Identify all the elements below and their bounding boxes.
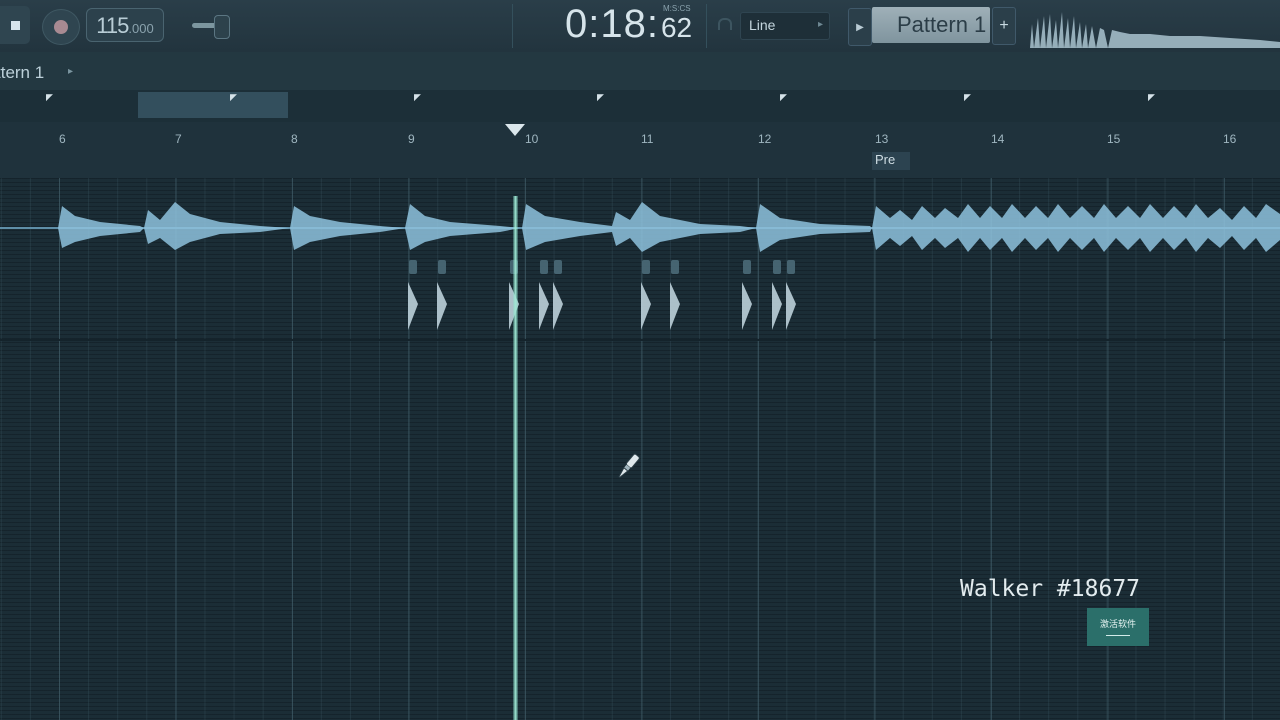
add-pattern-button[interactable]: + [992, 7, 1016, 45]
divider [706, 4, 707, 48]
pattern-clip-lane[interactable] [0, 256, 1280, 342]
audio-clip-waveform[interactable] [0, 192, 1280, 256]
plus-icon: + [999, 17, 1009, 34]
bar-number: 12 [758, 132, 772, 146]
snap-selector[interactable]: Line ▸ [740, 12, 830, 40]
bar-number: 10 [525, 132, 539, 146]
pattern-prev-button[interactable]: ▶ [848, 8, 872, 46]
badge-text: 激活软件 [1099, 619, 1136, 629]
bar-number: 7 [175, 132, 182, 146]
chevron-right-icon[interactable]: ▸ [68, 66, 73, 77]
flag-icon: ◤ [230, 92, 237, 102]
bar-number: 11 [641, 132, 654, 146]
flag-icon: ◤ [964, 92, 971, 102]
record-button[interactable] [42, 9, 80, 45]
pattern-name: Pattern 1 [897, 12, 987, 37]
flag-icon: ◤ [780, 92, 787, 102]
paint-brush-cursor-icon [618, 453, 640, 479]
tempo-decimals: .000 [128, 21, 154, 36]
divider [512, 4, 513, 48]
playhead-line[interactable] [513, 196, 518, 720]
play-arrow-icon: ▶ [856, 21, 864, 33]
record-icon [54, 20, 68, 34]
bar-number: 15 [1107, 132, 1121, 146]
pattern-label[interactable]: ttern 1 [0, 63, 44, 83]
pattern-selector[interactable]: Pattern 1 [872, 7, 990, 43]
master-pitch-slider[interactable] [192, 15, 238, 39]
note-clip [742, 260, 752, 330]
note-clip [437, 260, 447, 330]
bar-number: 16 [1223, 132, 1237, 146]
tempo-value: 115 [96, 13, 129, 38]
activation-badge: 激活软件 [1087, 608, 1149, 646]
timeline-marker[interactable]: Pre [872, 152, 910, 170]
flag-icon: ◤ [597, 92, 604, 102]
timeline-ruler[interactable]: 6 7 8 9 10 11 12 13 14 15 16 Pre [0, 122, 1280, 179]
playhead-marker-icon[interactable] [505, 124, 525, 136]
tempo-display[interactable]: 115 .000 [86, 8, 164, 42]
magnet-icon[interactable] [718, 18, 732, 34]
slider-handle[interactable] [214, 15, 230, 39]
time-main: 0:18: [565, 2, 659, 46]
snap-value: Line [749, 17, 776, 33]
overview-viewport[interactable] [138, 92, 288, 118]
chevron-right-icon: ▸ [817, 19, 823, 30]
spectrum-monitor [1030, 12, 1280, 48]
note-clip [539, 260, 549, 330]
note-clip [670, 260, 680, 330]
watermark-text: Walker #18677 [960, 576, 1141, 602]
flag-icon: ◤ [46, 92, 53, 102]
badge-underline [1106, 635, 1130, 636]
time-centiseconds: 62 [660, 12, 693, 43]
note-clip [408, 260, 418, 330]
bar-number: 14 [991, 132, 1005, 146]
bar-number: 9 [408, 132, 415, 146]
stop-icon [10, 20, 20, 30]
note-clip [553, 260, 563, 330]
time-format-label: M:S:CS [663, 4, 691, 13]
bar-number: 6 [59, 132, 66, 146]
bar-number: 13 [875, 132, 889, 146]
note-clip [641, 260, 651, 330]
note-clip [786, 260, 796, 330]
playlist-header: ttern 1 ▸ [0, 52, 1280, 90]
flag-icon: ◤ [1148, 92, 1155, 102]
bar-number: 8 [291, 132, 298, 146]
note-clip [772, 260, 782, 330]
stop-button[interactable] [0, 6, 30, 44]
playlist-overview[interactable]: ◤ ◤ ◤ ◤ ◤ ◤ ◤ [0, 90, 1280, 122]
flag-icon: ◤ [414, 92, 421, 102]
top-toolbar: 115 .000 0:18: 62 M:S:CS Line ▸ ▶ Patter… [0, 0, 1280, 53]
